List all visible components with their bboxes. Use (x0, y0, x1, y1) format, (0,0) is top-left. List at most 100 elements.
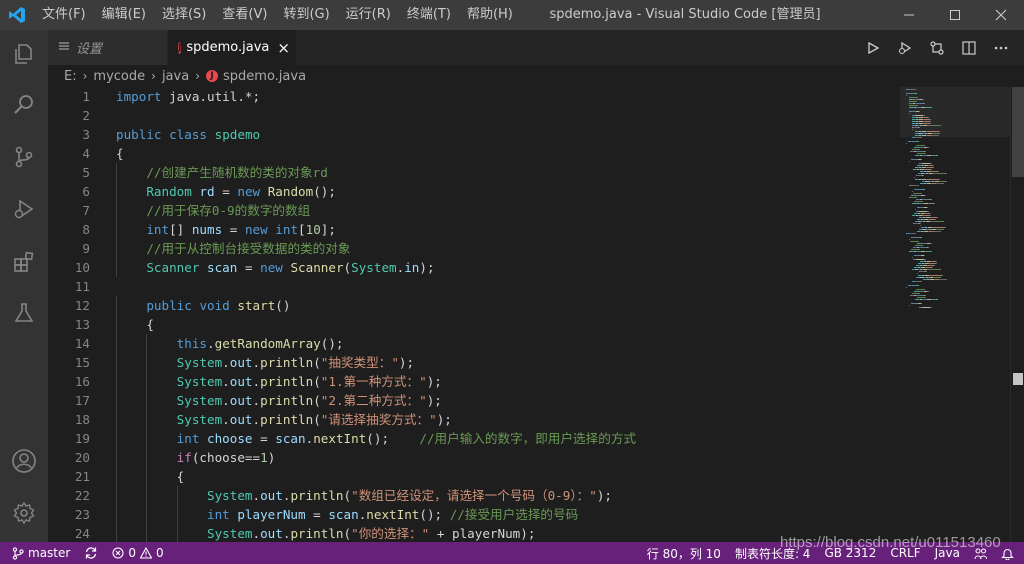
breadcrumb-folder-mycode[interactable]: mycode (93, 69, 145, 84)
maximize-button[interactable] (932, 0, 978, 30)
minimap-line (924, 207, 927, 208)
menu-selection[interactable]: 选择(S) (154, 0, 214, 30)
code-token: println (260, 412, 314, 427)
code-token: "数组已经设定，请选择一个号码（0-9）：" (351, 488, 597, 503)
minimap-line (922, 243, 924, 244)
more-actions-button[interactable] (988, 35, 1014, 61)
close-tab-icon[interactable]: × (277, 39, 290, 57)
watermark: https://blog.csdn.net/u011513460 (780, 534, 1001, 551)
minimap-line (922, 179, 926, 180)
menu-view[interactable]: 查看(V) (214, 0, 275, 30)
code-line[interactable]: 4{ (48, 144, 898, 163)
sync-button[interactable] (77, 542, 105, 564)
cursor-position[interactable]: 行 80，列 10 (640, 542, 728, 564)
code-line[interactable]: 1 import java.util.*; (48, 87, 898, 106)
code-token: System (351, 260, 397, 275)
minimize-button[interactable] (886, 0, 932, 30)
code-line[interactable]: 8 int[] nums = new int[10]; (48, 220, 898, 239)
menu-help[interactable]: 帮助(H) (459, 0, 521, 30)
code-line[interactable]: 13 { (48, 315, 898, 334)
minimap-line (917, 175, 922, 176)
code-line[interactable]: 24 System.out.println("你的选择：" + playerNu… (48, 524, 898, 542)
run-file-button[interactable] (860, 35, 886, 61)
menu-terminal[interactable]: 终端(T) (399, 0, 459, 30)
run-debug-icon[interactable] (0, 185, 48, 233)
code-line[interactable]: 12 public void start() (48, 296, 898, 315)
minimap[interactable] (900, 87, 1010, 542)
minimap-line (925, 263, 929, 264)
menu-go[interactable]: 转到(G) (275, 0, 337, 30)
git-branch-item[interactable]: master (0, 542, 77, 564)
minimap-line (920, 213, 921, 214)
minimap-line (920, 225, 921, 226)
code-line[interactable]: 15 System.out.println("抽奖类型："); (48, 353, 898, 372)
settings-gear-icon[interactable] (0, 489, 48, 537)
debug-file-button[interactable] (892, 35, 918, 61)
minimap-line (925, 213, 926, 214)
testing-icon[interactable] (0, 289, 48, 337)
code-line[interactable]: 19 int choose = scan.nextInt(); //用户输入的数… (48, 429, 898, 448)
minimap-line (923, 247, 924, 248)
minimap-line (913, 193, 922, 194)
minimap-line (924, 261, 926, 262)
code-line[interactable]: 7 //用于保存0-9的数字的数组 (48, 201, 898, 220)
minimap-line (922, 103, 923, 104)
minimap-line (924, 119, 930, 120)
breadcrumb-drive[interactable]: E: (64, 69, 77, 84)
menu-run[interactable]: 运行(R) (338, 0, 399, 30)
code-token: + playerNum); (429, 526, 536, 541)
minimap-line (915, 247, 917, 248)
code-line[interactable]: 18 System.out.println("请选择抽奖方式："); (48, 410, 898, 429)
scrollbar-thumb[interactable] (1012, 87, 1024, 177)
code-line[interactable]: 10 Scanner scan = new Scanner(System.in)… (48, 258, 898, 277)
code-line[interactable]: 20 if(choose==1) (48, 448, 898, 467)
minimap-line (921, 263, 922, 264)
minimap-line (914, 255, 917, 256)
code-text: System.out.println("抽奖类型："); (116, 353, 414, 372)
minimap-line (928, 227, 932, 228)
minimap-line (922, 175, 923, 176)
code-line[interactable]: 3 public class spdemo (48, 125, 898, 144)
code-line[interactable]: 6 Random rd = new Random(); (48, 182, 898, 201)
breadcrumb-folder-java[interactable]: java (162, 69, 189, 84)
tab-settings[interactable]: 设置 (48, 30, 168, 65)
source-control-icon[interactable] (0, 133, 48, 181)
code-line[interactable]: 23 int playerNum = scan.nextInt(); //接受用… (48, 505, 898, 524)
minimap-line (918, 291, 919, 292)
minimap-line (919, 229, 921, 230)
problems-item[interactable]: 0 0 (105, 542, 170, 564)
code-line[interactable]: 22 System.out.println("数组已经设定，请选择一个号码（0-… (48, 486, 898, 505)
code-line[interactable]: 2 (48, 106, 898, 125)
code-token: ( (343, 260, 352, 275)
menu-edit[interactable]: 编辑(E) (94, 0, 154, 30)
code-text: public class spdemo (116, 125, 260, 144)
minimap-line (911, 141, 912, 142)
indent-guide (146, 391, 148, 410)
code-token: nextInt (366, 507, 420, 522)
compare-changes-icon (930, 40, 944, 55)
search-icon[interactable] (0, 80, 48, 128)
split-editor-button[interactable] (956, 35, 982, 61)
code-line[interactable]: 11 (48, 277, 898, 296)
account-icon[interactable] (0, 437, 48, 485)
code-line[interactable]: 17 System.out.println("2.第二种方式："); (48, 391, 898, 410)
code-line[interactable]: 21 { (48, 467, 898, 486)
code-line[interactable]: 14 this.getRandomArray(); (48, 334, 898, 353)
code-line[interactable]: 16 System.out.println("1.第一种方式："); (48, 372, 898, 391)
open-changes-button[interactable] (924, 35, 950, 61)
code-editor[interactable]: 1 import java.util.*; 2 3 public class spdem… (48, 87, 898, 542)
breadcrumb-file[interactable]: spdemo.java (223, 69, 306, 84)
explorer-icon[interactable] (0, 30, 48, 78)
code-line[interactable]: 5 //创建产生随机数的类的对象rd (48, 163, 898, 182)
code-token: 1 (260, 450, 268, 465)
code-line[interactable]: 9 //用于从控制台接受数据的类的对象 (48, 239, 898, 258)
code-token: "1.第一种方式：" (320, 374, 427, 389)
code-token: playerNum (237, 507, 306, 522)
minimap-line (918, 215, 919, 216)
tab-spdemo-java[interactable]: J spdemo.java × (168, 30, 296, 65)
menu-file[interactable]: 文件(F) (34, 0, 94, 30)
close-window-button[interactable] (978, 0, 1024, 30)
extensions-icon[interactable] (0, 238, 48, 286)
line-number: 16 (74, 374, 90, 389)
